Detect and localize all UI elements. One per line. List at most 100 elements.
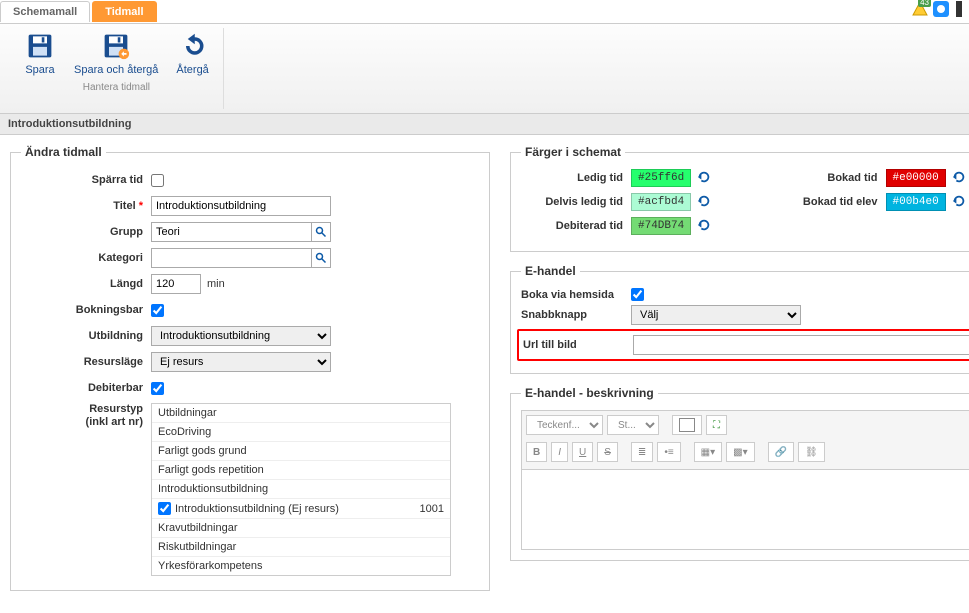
list-item[interactable]: EcoDriving <box>152 423 450 442</box>
font-size-select[interactable]: St... <box>607 415 659 435</box>
revert-icon <box>952 170 966 184</box>
notifications-icon[interactable]: 43 <box>911 0 929 21</box>
resurs-label: Farligt gods grund <box>158 445 247 457</box>
grupp-lookup-button[interactable] <box>311 222 331 242</box>
swatch-ledig[interactable]: #25ff6d <box>631 169 691 187</box>
list-item[interactable]: Yrkesförarkompetens <box>152 557 450 575</box>
editor-btn-a[interactable] <box>672 415 702 435</box>
kategori-lookup-button[interactable] <box>311 248 331 268</box>
label-utbildning: Utbildning <box>21 330 151 342</box>
label-bokad: Bokad tid <box>776 172 886 184</box>
revert-icon <box>697 170 711 184</box>
label-boka-hemsida: Boka via hemsida <box>521 289 631 301</box>
revert-bokad[interactable] <box>952 170 966 187</box>
app-icon-1[interactable] <box>933 1 949 20</box>
legend-farger: Färger i schemat <box>521 145 625 159</box>
label-snabbknapp: Snabbknapp <box>521 309 631 321</box>
resurs-label: Riskutbildningar <box>158 541 236 553</box>
resurslage-select[interactable]: Ej resurs <box>151 352 331 372</box>
list-ordered-button[interactable]: ≣ <box>631 442 653 462</box>
floppy-return-icon <box>100 30 132 62</box>
app-icon-2[interactable] <box>953 1 965 20</box>
label-grupp: Grupp <box>21 226 151 238</box>
swatch-bokad[interactable]: #e00000 <box>886 169 946 187</box>
label-resurstyp: Resurstyp(inkl art nr) <box>21 403 151 429</box>
resurstyp-list: Utbildningar EcoDriving Farligt gods grund… <box>151 403 451 576</box>
search-icon <box>315 226 327 238</box>
italic-button[interactable]: I <box>551 442 568 462</box>
label-ledig: Ledig tid <box>521 172 631 184</box>
label-kategori: Kategori <box>21 252 151 264</box>
link-button[interactable]: 🔗 <box>768 442 794 462</box>
revert-icon <box>952 194 966 208</box>
debiterbar-checkbox[interactable] <box>151 382 164 395</box>
label-delvis: Delvis ledig tid <box>521 196 631 208</box>
bokningsbar-checkbox[interactable] <box>151 304 164 317</box>
snabbknapp-select[interactable]: Välj <box>631 305 801 325</box>
list-unordered-button[interactable]: •≡ <box>657 442 680 462</box>
return-arrow-icon <box>177 30 209 62</box>
list-item[interactable]: Riskutbildningar <box>152 538 450 557</box>
grupp-input[interactable] <box>151 222 311 242</box>
resurs-label: Farligt gods repetition <box>158 464 264 476</box>
revert-delvis[interactable] <box>697 194 711 211</box>
search-icon <box>315 252 327 264</box>
kategori-input[interactable] <box>151 248 311 268</box>
list-item[interactable]: Farligt gods grund <box>152 442 450 461</box>
revert-icon <box>697 194 711 208</box>
resurs-checkbox[interactable] <box>158 502 171 515</box>
resurs-label: Yrkesförarkompetens <box>158 560 263 572</box>
langd-input[interactable] <box>151 274 201 294</box>
save-button[interactable]: Spara <box>20 28 60 78</box>
list-item[interactable]: Kravutbildningar <box>152 519 450 538</box>
notification-count: 43 <box>918 0 931 7</box>
resurs-label: EcoDriving <box>158 426 211 438</box>
font-family-select[interactable]: Teckenf... <box>526 415 603 435</box>
list-item[interactable]: Utbildningar <box>152 404 450 423</box>
strike-button[interactable]: S <box>597 442 618 462</box>
ribbon-group-label: Hantera tidmall <box>83 82 150 93</box>
save-return-button[interactable]: Spara och återgå <box>70 28 162 78</box>
label-debiterbar: Debiterbar <box>21 382 151 394</box>
titel-input[interactable] <box>151 196 331 216</box>
sparra-checkbox[interactable] <box>151 174 164 187</box>
list-item[interactable]: Introduktionsutbildning (Ej resurs) 1001 <box>152 499 450 519</box>
resurs-label: Kravutbildningar <box>158 522 238 534</box>
swatch-delvis[interactable]: #acfbd4 <box>631 193 691 211</box>
revert-bokad-elev[interactable] <box>952 194 966 211</box>
revert-debiterad[interactable] <box>697 218 711 235</box>
label-url-bild: Url till bild <box>523 339 633 351</box>
editor-fullscreen[interactable]: ⛶ <box>706 415 727 435</box>
label-bokad-elev: Bokad tid elev <box>776 196 886 208</box>
tab-schemamall[interactable]: Schemamall <box>0 1 90 22</box>
underline-button[interactable]: U <box>572 442 593 462</box>
unlink-button[interactable]: ⛓ <box>798 442 825 462</box>
breadcrumb: Introduktionsutbildning <box>0 114 969 135</box>
url-highlight-box: Url till bild <box>517 329 969 361</box>
boka-hemsida-checkbox[interactable] <box>631 288 644 301</box>
url-bild-input[interactable] <box>633 335 969 355</box>
list-item[interactable]: Introduktionsutbildning <box>152 480 450 499</box>
return-button[interactable]: Återgå <box>172 28 212 78</box>
legend-ehandel: E-handel <box>521 264 580 278</box>
resurs-label: Introduktionsutbildning (Ej resurs) <box>175 503 339 515</box>
list-item[interactable]: Farligt gods repetition <box>152 461 450 480</box>
label-sparra: Spärra tid <box>21 174 151 186</box>
editor-toolbar: Teckenf... St... ⛶ B I U S ≣ •≡ ▦▾ ▩▾ <box>521 410 969 470</box>
resurs-artnr: 1001 <box>420 503 444 515</box>
tab-tidmall[interactable]: Tidmall <box>92 1 156 22</box>
swatch-bokad-elev[interactable]: #00b4e0 <box>886 193 946 211</box>
bold-button[interactable]: B <box>526 442 547 462</box>
table-button[interactable]: ▦▾ <box>694 442 722 462</box>
floppy-icon <box>24 30 56 62</box>
utbildning-select[interactable]: Introduktionsutbildning <box>151 326 331 346</box>
editor-body[interactable] <box>521 470 969 550</box>
resurs-label: Introduktionsutbildning <box>158 483 268 495</box>
swatch-debiterad[interactable]: #74DB74 <box>631 217 691 235</box>
image-button[interactable]: ▩▾ <box>726 442 754 462</box>
revert-ledig[interactable] <box>697 170 711 187</box>
square-icon <box>679 418 695 432</box>
resurs-label: Utbildningar <box>158 407 217 419</box>
legend-andra-tidmall: Ändra tidmall <box>21 145 106 159</box>
revert-icon <box>697 218 711 232</box>
